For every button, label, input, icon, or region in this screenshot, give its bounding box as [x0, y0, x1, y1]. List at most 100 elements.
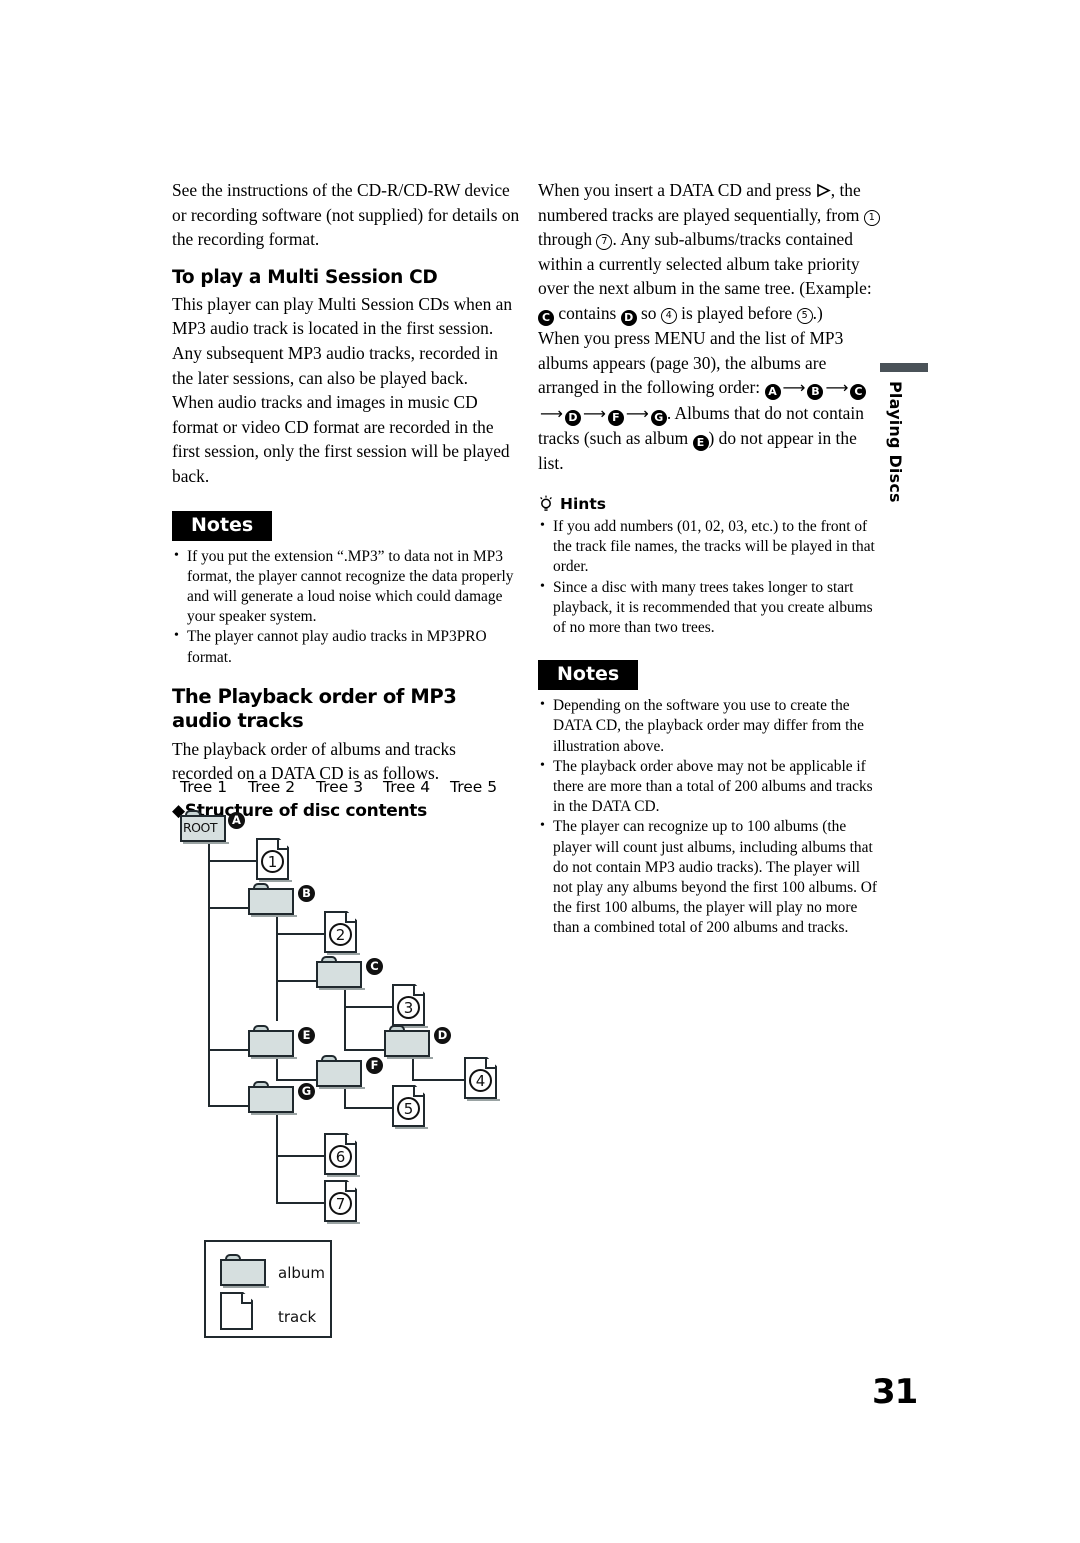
folder-icon [316, 956, 365, 990]
connector-g-file7 [276, 1202, 326, 1204]
folder-node-d[interactable]: D [384, 1025, 451, 1059]
circled-letter: D [564, 409, 581, 426]
circled-letter: F [607, 409, 624, 426]
lightbulb-icon [538, 495, 554, 513]
arrow-right-icon: ⟶ [625, 403, 649, 423]
hints-list: If you add numbers (01, 02, 03, etc.) to… [538, 516, 882, 638]
folder-body [384, 1030, 430, 1057]
folder-icon [248, 1081, 297, 1115]
legend-album-label: album [278, 1264, 325, 1282]
file-fold-corner [345, 1182, 355, 1192]
file-shadow [467, 1099, 500, 1101]
folder-body [248, 1086, 294, 1113]
page-number: 31 [872, 1372, 918, 1412]
connector-g-file6 [276, 1155, 326, 1157]
notes-list-right: Depending on the software you use to cre… [538, 695, 882, 938]
connector-f-file5 [344, 1107, 394, 1109]
album-badge-a: A [228, 812, 245, 829]
track-number-2: 2 [329, 923, 352, 946]
multi-session-paragraph-2: When audio tracks and images in music CD… [172, 392, 510, 486]
p1-part7: is played before [676, 302, 797, 323]
file-fold-corner [413, 986, 423, 996]
p1-part3: through [538, 229, 597, 250]
tree-label-3: Tree 3 [316, 778, 364, 796]
folder-node-b[interactable]: B [248, 883, 315, 917]
file-node-7[interactable]: 7 [324, 1180, 360, 1224]
connector-e-spine [276, 1057, 278, 1081]
track-number-1: 1 [261, 850, 284, 873]
folder-icon [248, 1025, 297, 1059]
arrow-right-icon: ⟶ [582, 403, 606, 423]
folder-body [248, 888, 294, 915]
connector-b-file2 [276, 933, 326, 935]
heading-playback-order: The Playback order of MP3 audio tracks [172, 684, 457, 732]
folder-node-root[interactable]: ROOT A [180, 810, 245, 844]
file-shadow [259, 880, 292, 882]
file-icon: 5 [392, 1085, 428, 1129]
file-fold-corner [277, 840, 287, 850]
folder-body [316, 1060, 362, 1087]
connector-root-file1 [208, 860, 258, 862]
list-item: The playback order above may not be appl… [538, 756, 882, 818]
track-number-3: 3 [397, 996, 420, 1019]
file-node-2[interactable]: 2 [324, 911, 360, 955]
folder-node-e[interactable]: E [248, 1025, 315, 1059]
file-fold-corner [345, 1135, 355, 1145]
folder-shadow [251, 915, 297, 917]
album-badge-f: F [366, 1057, 383, 1074]
side-tab-label: Playing Discs [886, 381, 905, 503]
circled-letter: D [620, 309, 637, 326]
folder-label-root: ROOT [183, 820, 218, 835]
file-node-1[interactable]: 1 [256, 838, 292, 882]
connector-b-spine [276, 915, 278, 1021]
file-icon: 7 [324, 1180, 360, 1224]
circled-letter: G [650, 409, 667, 426]
arrow-right-icon: ⟶ [782, 378, 806, 398]
diagram-legend: album track [204, 1240, 332, 1338]
file-fold-corner [485, 1059, 495, 1069]
file-fold-corner [413, 1087, 423, 1097]
play-icon [816, 180, 831, 198]
album-badge-b: B [298, 885, 315, 902]
tree-label-4: Tree 4 [383, 778, 431, 796]
list-item: Depending on the software you use to cre… [538, 695, 882, 757]
heading-multi-session: To play a Multi Session CD [172, 266, 438, 288]
folder-body [248, 1030, 294, 1057]
folder-body [220, 1259, 266, 1286]
arrow-right-icon: ⟶ [825, 378, 849, 398]
circled-number: 5 [796, 307, 813, 324]
file-fold-corner [241, 1294, 251, 1304]
folder-node-g[interactable]: G [248, 1081, 315, 1115]
track-number-7: 7 [329, 1192, 352, 1215]
file-shadow [395, 1127, 428, 1129]
left-column: See the instructions of the CD-R/CD-RW d… [172, 178, 520, 828]
file-node-3[interactable]: 3 [392, 984, 428, 1028]
legend-folder [220, 1254, 269, 1288]
folder-icon [384, 1025, 433, 1059]
file-node-5[interactable]: 5 [392, 1085, 428, 1129]
file-icon: 3 [392, 984, 428, 1028]
notes-badge-left: Notes [172, 510, 273, 541]
folder-node-f[interactable]: F [316, 1055, 383, 1089]
folder-icon: ROOT [180, 810, 229, 844]
folder-node-c[interactable]: C [316, 956, 383, 990]
folder-shadow [251, 1057, 297, 1059]
folder-icon [220, 1254, 269, 1288]
file-node-6[interactable]: 6 [324, 1133, 360, 1177]
right-paragraph-2: When you press MENU and the list of MP3 … [538, 326, 882, 476]
file-icon: 4 [464, 1057, 500, 1101]
list-item: The player cannot play audio tracks in M… [172, 626, 520, 667]
p1-part1: When you insert a DATA CD and press [538, 180, 816, 200]
circled-number: 4 [660, 307, 677, 324]
list-item: The player can recognize up to 100 album… [538, 816, 882, 938]
track-number-6: 6 [329, 1145, 352, 1168]
album-badge-c: C [366, 958, 383, 975]
circled-letter: C [538, 309, 554, 326]
file-node-4[interactable]: 4 [464, 1057, 500, 1101]
circled-letter: A [764, 384, 781, 401]
album-badge-e: E [298, 1027, 315, 1044]
file-icon: 1 [256, 838, 292, 882]
folder-shadow [319, 988, 365, 990]
legend-track-label: track [278, 1308, 317, 1326]
hints-label: Hints [560, 494, 606, 513]
